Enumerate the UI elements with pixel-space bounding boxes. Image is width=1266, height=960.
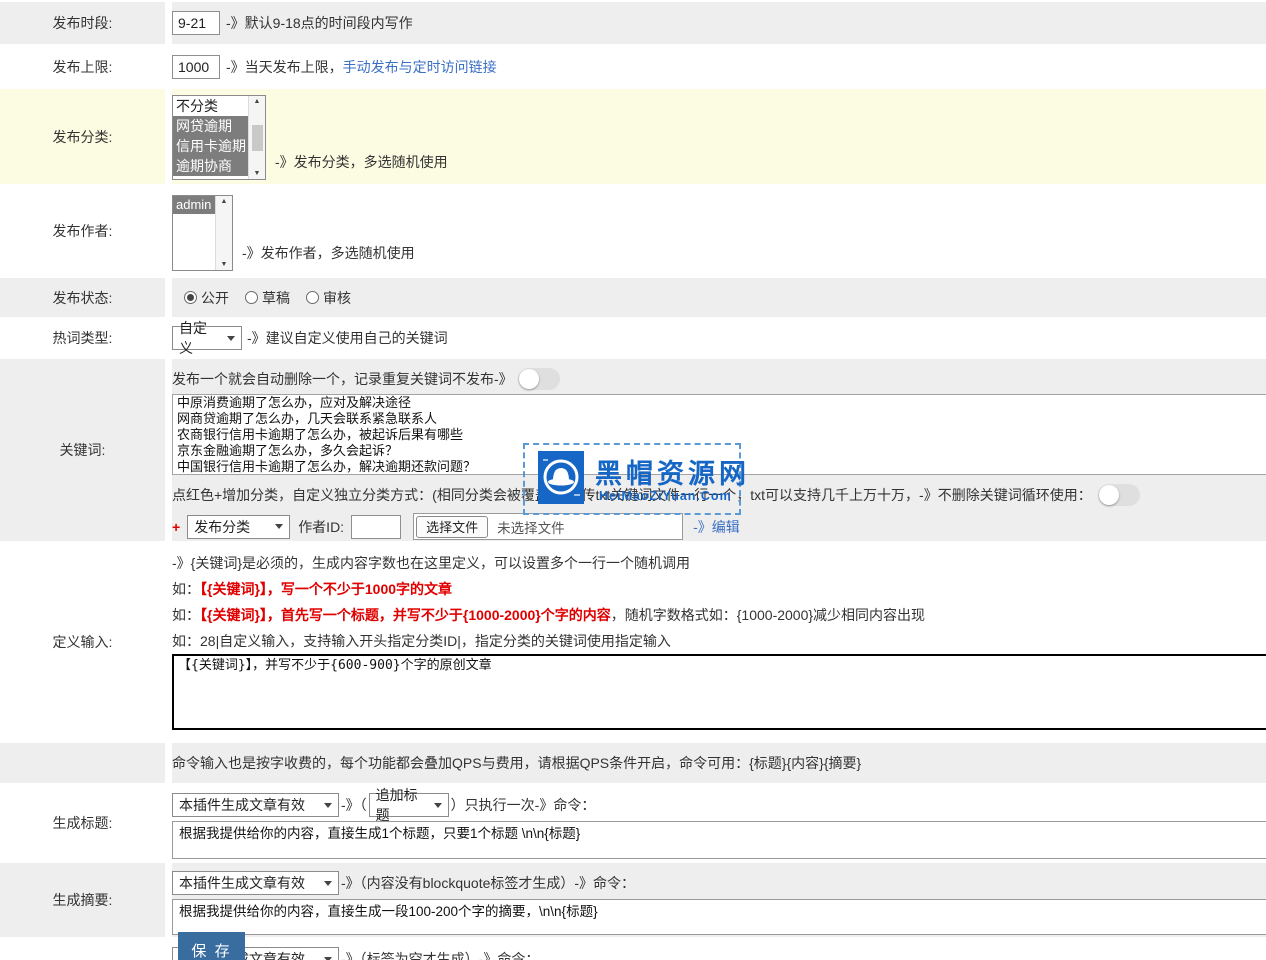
- chevron-down-icon: [434, 803, 442, 808]
- category-option[interactable]: 逾期协商: [173, 156, 248, 176]
- keywords-textarea[interactable]: 中原消费逾期了怎么办，应对及解决途径 网商贷逾期了怎么办，几天会联系紧急联系人 …: [172, 394, 1266, 475]
- publish-limit-hint: -》当天发布上限，: [226, 57, 343, 77]
- radio-label: 审核: [323, 288, 351, 308]
- gen-summary-mid-text: -》（内容没有blockquote标签才生成）-》命令：: [341, 873, 635, 893]
- row-publish-category: 发布分类: 不分类 网贷逾期 信用卡逾期 逾期协商 ▲ ▼ -》发布分类，多选随…: [0, 89, 1266, 184]
- scrollbar[interactable]: ▲ ▼: [215, 196, 232, 270]
- command-note-text: 命令输入也是按字收费的，每个功能都会叠加QPS与费用，请根据QPS条件开启，命令…: [172, 753, 861, 773]
- gen-summary-mode-select[interactable]: 本插件生成文章有效: [172, 871, 339, 895]
- row-keywords: 关键词: 发布一个就会自动删除一个，记录重复关键词不发布-》 中原消费逾期了怎么…: [0, 359, 1266, 541]
- publish-time-input[interactable]: [172, 11, 220, 35]
- row-publish-author: 发布作者: admin ▲ ▼ -》发布作者，多选随机使用: [0, 186, 1266, 276]
- row-define-input: 定义输入: -》{关键词}是必须的，生成内容字数也在这里定义，可以设置多个一行一…: [0, 543, 1266, 741]
- publish-category-multiselect[interactable]: 不分类 网贷逾期 信用卡逾期 逾期协商 ▲ ▼: [172, 95, 266, 180]
- publish-category-hint: -》发布分类，多选随机使用: [275, 152, 448, 172]
- save-button[interactable]: 保 存: [178, 932, 245, 960]
- publish-limit-input[interactable]: [172, 55, 220, 79]
- chevron-down-icon: [275, 524, 283, 529]
- define-input-hint: -》{关键词}是必须的，生成内容字数也在这里定义，可以设置多个一行一个随机调用: [172, 555, 1266, 572]
- command-note-label: [0, 743, 165, 783]
- select-value: 本插件生成文章有效: [179, 795, 305, 815]
- add-category-button[interactable]: +: [172, 519, 180, 535]
- hotword-type-select[interactable]: 自定义: [172, 326, 242, 350]
- scrollbar[interactable]: ▲ ▼: [248, 96, 265, 179]
- author-option[interactable]: admin: [173, 196, 215, 214]
- status-radio-public[interactable]: 公开: [184, 288, 229, 308]
- author-id-label: 作者ID:: [298, 517, 344, 537]
- keyword-category-select[interactable]: 发布分类: [187, 515, 290, 539]
- scroll-up-icon[interactable]: ▲: [221, 198, 228, 205]
- keywords-label: 关键词:: [0, 359, 165, 541]
- hotword-type-hint: -》建议自定义使用自己的关键词: [247, 328, 448, 348]
- publish-time-hint: -》默认9-18点的时间段内写作: [226, 13, 413, 33]
- auto-delete-hint: 发布一个就会自动删除一个，记录重复关键词不发布-》: [172, 369, 513, 389]
- edit-link[interactable]: -》编辑: [693, 517, 740, 537]
- gen-title-command-input[interactable]: 根据我提供给你的内容，直接生成1个标题，只要1个标题 \n\n{标题}: [172, 821, 1266, 859]
- publish-author-multiselect[interactable]: admin ▲ ▼: [172, 195, 233, 271]
- define-example-2: 如：【{关键词}】，首先写一个标题，并写不少于{1000-2000}个字的内容，…: [172, 607, 1266, 624]
- choose-file-button[interactable]: 选择文件: [416, 516, 488, 538]
- upload-hint: 点红色+增加分类，自定义独立分类方式：(相同分类会被覆盖)，上传txt关键词文件…: [172, 485, 1092, 505]
- keep-keywords-toggle[interactable]: [1098, 484, 1140, 506]
- gen-title-mid-text2: ）只执行一次-》命令：: [451, 795, 596, 815]
- gen-summary-command-input[interactable]: 根据我提供给你的内容，直接生成一段100-200个字的摘要，\n\n{标题}: [172, 899, 1266, 935]
- gen-title-mode-select[interactable]: 本插件生成文章有效: [172, 793, 339, 817]
- scroll-down-icon[interactable]: ▼: [254, 170, 261, 177]
- hotword-type-label: 热词类型:: [0, 319, 165, 357]
- author-id-input[interactable]: [351, 515, 401, 539]
- file-upload-box[interactable]: 选择文件 未选择文件: [413, 513, 683, 540]
- scroll-up-icon[interactable]: ▲: [254, 98, 261, 105]
- category-option[interactable]: 网贷逾期: [173, 116, 248, 136]
- chevron-down-icon: [324, 881, 332, 886]
- gen-summary-label: 生成摘要:: [0, 863, 165, 937]
- gen-title-append-select[interactable]: 追加标题: [369, 793, 449, 817]
- radio-icon[interactable]: [306, 291, 319, 304]
- gen-bottom-mid-text: -》（标签为空才生成）-》命令：: [341, 949, 539, 960]
- define-input-textarea[interactable]: 【{关键词}】，并写不少于{600-900}个字的原创文章: [172, 654, 1266, 730]
- scroll-thumb[interactable]: [252, 125, 263, 151]
- row-publish-status: 发布状态: 公开 草稿 审核: [0, 278, 1266, 317]
- publish-limit-label: 发布上限:: [0, 46, 165, 87]
- category-option[interactable]: 信用卡逾期: [173, 136, 248, 156]
- row-publish-time: 发布时段: -》默认9-18点的时间段内写作: [0, 2, 1266, 44]
- radio-icon[interactable]: [245, 291, 258, 304]
- radio-checked-icon[interactable]: [184, 291, 197, 304]
- define-input-label: 定义输入:: [0, 543, 165, 741]
- gen-title-label: 生成标题:: [0, 785, 165, 861]
- plugin-settings-page: 发布时段: -》默认9-18点的时间段内写作 发布上限: -》当天发布上限， 手…: [0, 0, 1266, 960]
- publish-author-label: 发布作者:: [0, 186, 165, 276]
- category-option[interactable]: 不分类: [173, 96, 248, 116]
- publish-status-label: 发布状态:: [0, 278, 165, 317]
- radio-label: 公开: [201, 288, 229, 308]
- define-example-3: 如：28|自定义输入，支持输入开头指定分类ID|，指定分类的关键词使用指定输入: [172, 633, 1266, 650]
- publish-author-hint: -》发布作者，多选随机使用: [242, 243, 415, 263]
- row-gen-title: 生成标题: 本插件生成文章有效 -》（ 追加标题 ）只执行一次-》命令： 根据我…: [0, 785, 1266, 861]
- select-value: 本插件生成文章有效: [179, 873, 305, 893]
- radio-label: 草稿: [262, 288, 290, 308]
- row-hotword-type: 热词类型: 自定义 -》建议自定义使用自己的关键词: [0, 319, 1266, 357]
- define-example-1: 如：【{关键词}】，写一个不少于1000字的文章: [172, 581, 1266, 598]
- publish-time-label: 发布时段:: [0, 2, 165, 44]
- gen-bottom-label: [0, 939, 165, 960]
- select-value: 发布分类: [194, 517, 250, 537]
- row-publish-limit: 发布上限: -》当天发布上限， 手动发布与定时访问链接: [0, 46, 1266, 87]
- select-value: 追加标题: [376, 785, 426, 825]
- row-gen-summary: 生成摘要: 本插件生成文章有效 -》（内容没有blockquote标签才生成）-…: [0, 863, 1266, 937]
- file-status-text: 未选择文件: [497, 517, 565, 537]
- status-radio-draft[interactable]: 草稿: [245, 288, 290, 308]
- auto-delete-toggle[interactable]: [518, 368, 560, 390]
- chevron-down-icon: [227, 336, 235, 341]
- chevron-down-icon: [324, 803, 332, 808]
- select-value: 自定义: [179, 318, 219, 358]
- manual-publish-link[interactable]: 手动发布与定时访问链接: [343, 57, 497, 77]
- chevron-down-icon: [324, 957, 332, 960]
- status-radio-review[interactable]: 审核: [306, 288, 351, 308]
- gen-title-mid-text: -》（: [341, 795, 367, 815]
- publish-category-label: 发布分类:: [0, 89, 165, 184]
- scroll-down-icon[interactable]: ▼: [221, 261, 228, 268]
- row-command-note: 命令输入也是按字收费的，每个功能都会叠加QPS与费用，请根据QPS条件开启，命令…: [0, 743, 1266, 783]
